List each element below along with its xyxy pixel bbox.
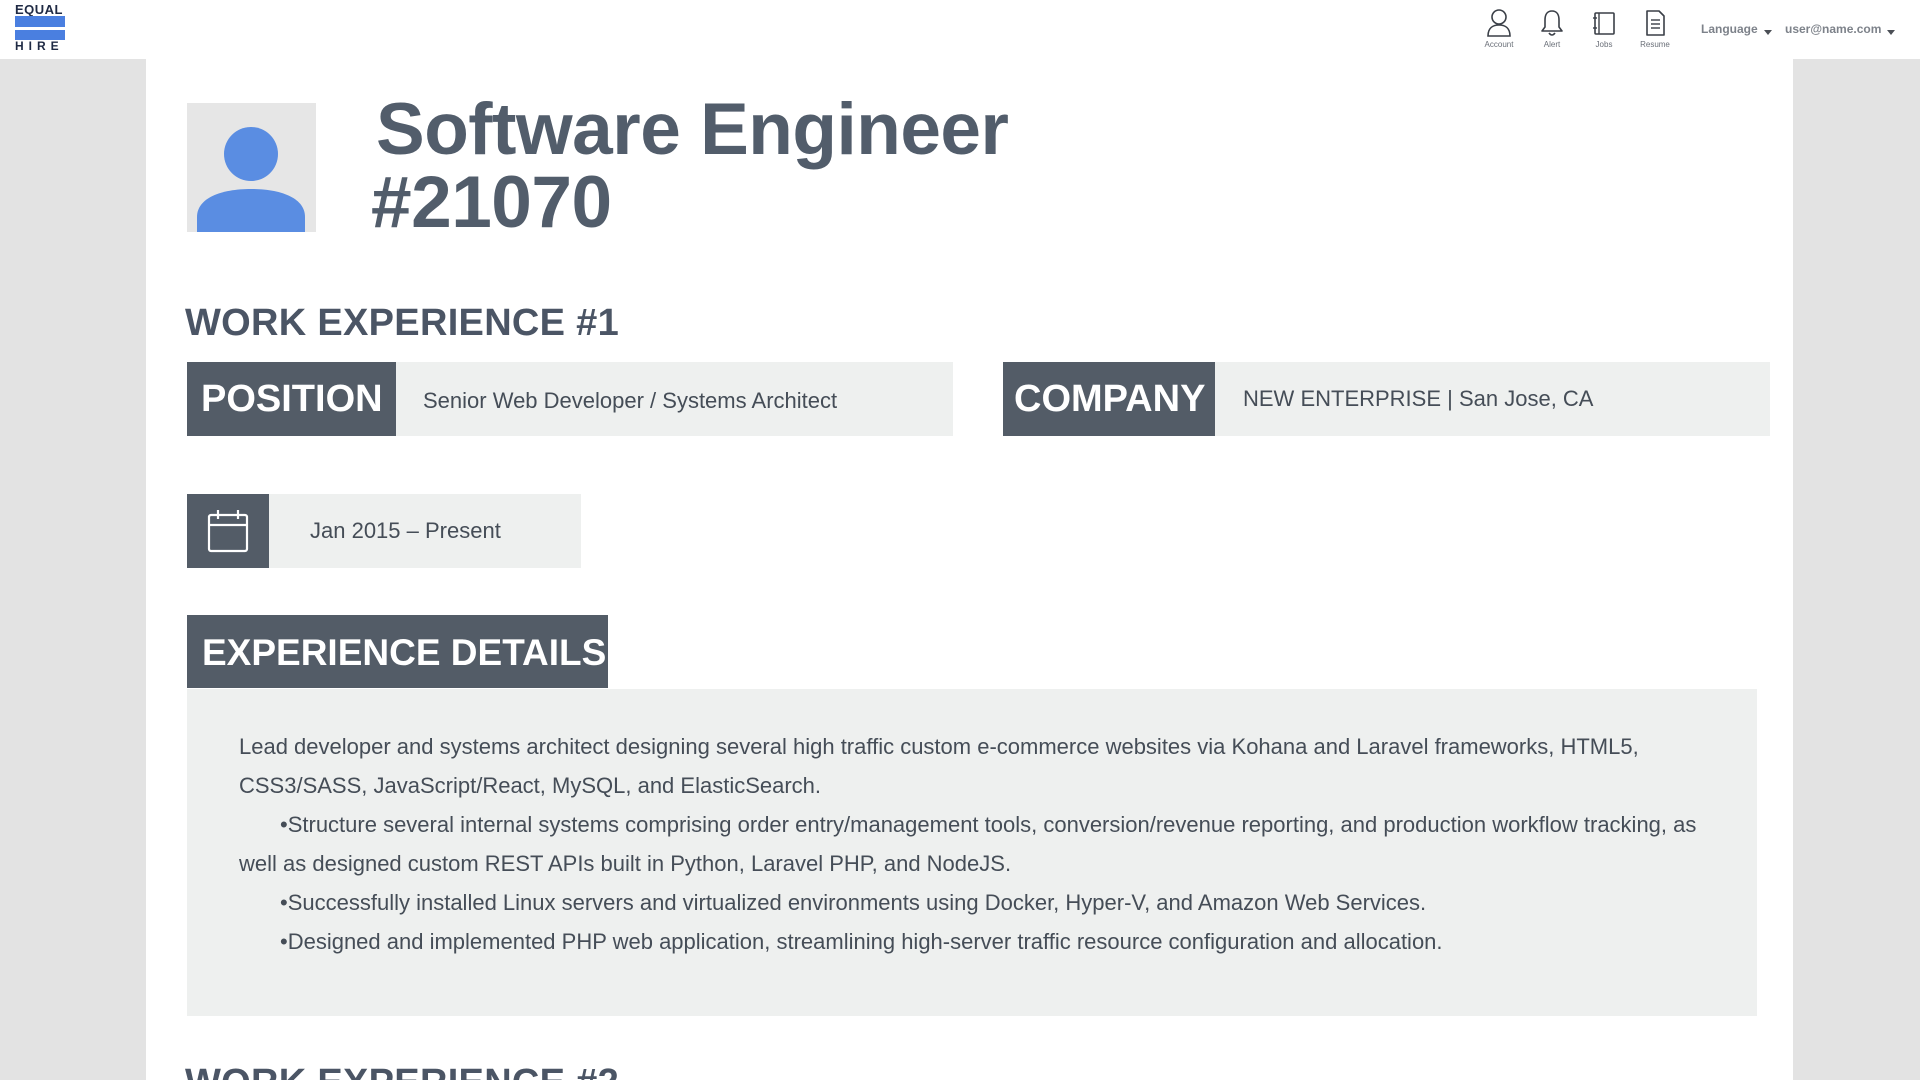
position-label: POSITION [187,362,396,436]
page-title: Software Engineer #21070 [371,89,1009,239]
calendar-icon-box[interactable] [187,494,269,568]
nav-resume-label: Resume [1640,40,1670,49]
logo-word-equal: EQUAL [15,2,63,17]
chevron-down-icon [1763,30,1772,35]
profile-avatar[interactable] [187,103,316,232]
date-range-field: Jan 2015 – Present [187,494,581,568]
details-paragraph: Lead developer and systems architect des… [239,734,1639,798]
user-email: user@name.com [1785,22,1882,36]
position-value[interactable]: Senior Web Developer / Systems Architect [423,362,837,436]
date-range-value[interactable]: Jan 2015 – Present [310,494,501,568]
language-dropdown-label: Language [1701,22,1758,36]
document-icon [1646,10,1665,36]
resume-page: Software Engineer #21070 WORK EXPERIENCE… [146,59,1793,1080]
nav-account-button[interactable]: Account [1469,8,1529,52]
nav-alert-button[interactable]: Alert [1522,8,1582,52]
company-field: COMPANY NEW ENTERPRISE | San Jose, CA [1003,362,1770,436]
details-bullet: •Successfully installed Linux servers an… [280,890,1427,915]
experience-details-label: EXPERIENCE DETAILS [187,615,608,688]
user-icon [1487,9,1511,37]
avatar-person-icon [197,127,305,232]
job-id: #21070 [371,162,612,243]
nav-resume-button[interactable]: Resume [1625,8,1685,52]
job-title: Software Engineer [376,89,1009,170]
work-experience-heading: WORK EXPERIENCE #1 [185,302,620,344]
notebook-icon [1593,12,1615,35]
details-bullet: •Designed and implemented PHP web applic… [280,929,1443,954]
company-value[interactable]: NEW ENTERPRISE | San Jose, CA [1243,362,1593,436]
language-dropdown[interactable]: Language [1701,22,1772,36]
experience-details-box[interactable]: Lead developer and systems architect des… [187,689,1757,1016]
equal-hire-logo[interactable]: EQUAL HIRE [14,2,66,53]
nav-alert-label: Alert [1543,40,1561,49]
details-bullet: •Structure several internal systems comp… [239,812,1697,876]
nav-account-label: Account [1484,40,1514,49]
work-experience-2-heading: WORK EXPERIENCE #2 [185,1062,619,1080]
chevron-down-icon [1887,30,1896,35]
position-field: POSITION Senior Web Developer / Systems … [187,362,953,436]
logo-word-hire: HIRE [15,39,64,53]
user-menu-dropdown[interactable]: user@name.com [1785,22,1896,36]
top-navigation-bar: EQUAL HIRE Account Alert Jobs Resume Lan… [0,0,1920,59]
bell-icon [1541,10,1563,36]
calendar-icon [207,510,249,553]
logo-bar-top [15,16,65,27]
company-label: COMPANY [1003,362,1215,436]
